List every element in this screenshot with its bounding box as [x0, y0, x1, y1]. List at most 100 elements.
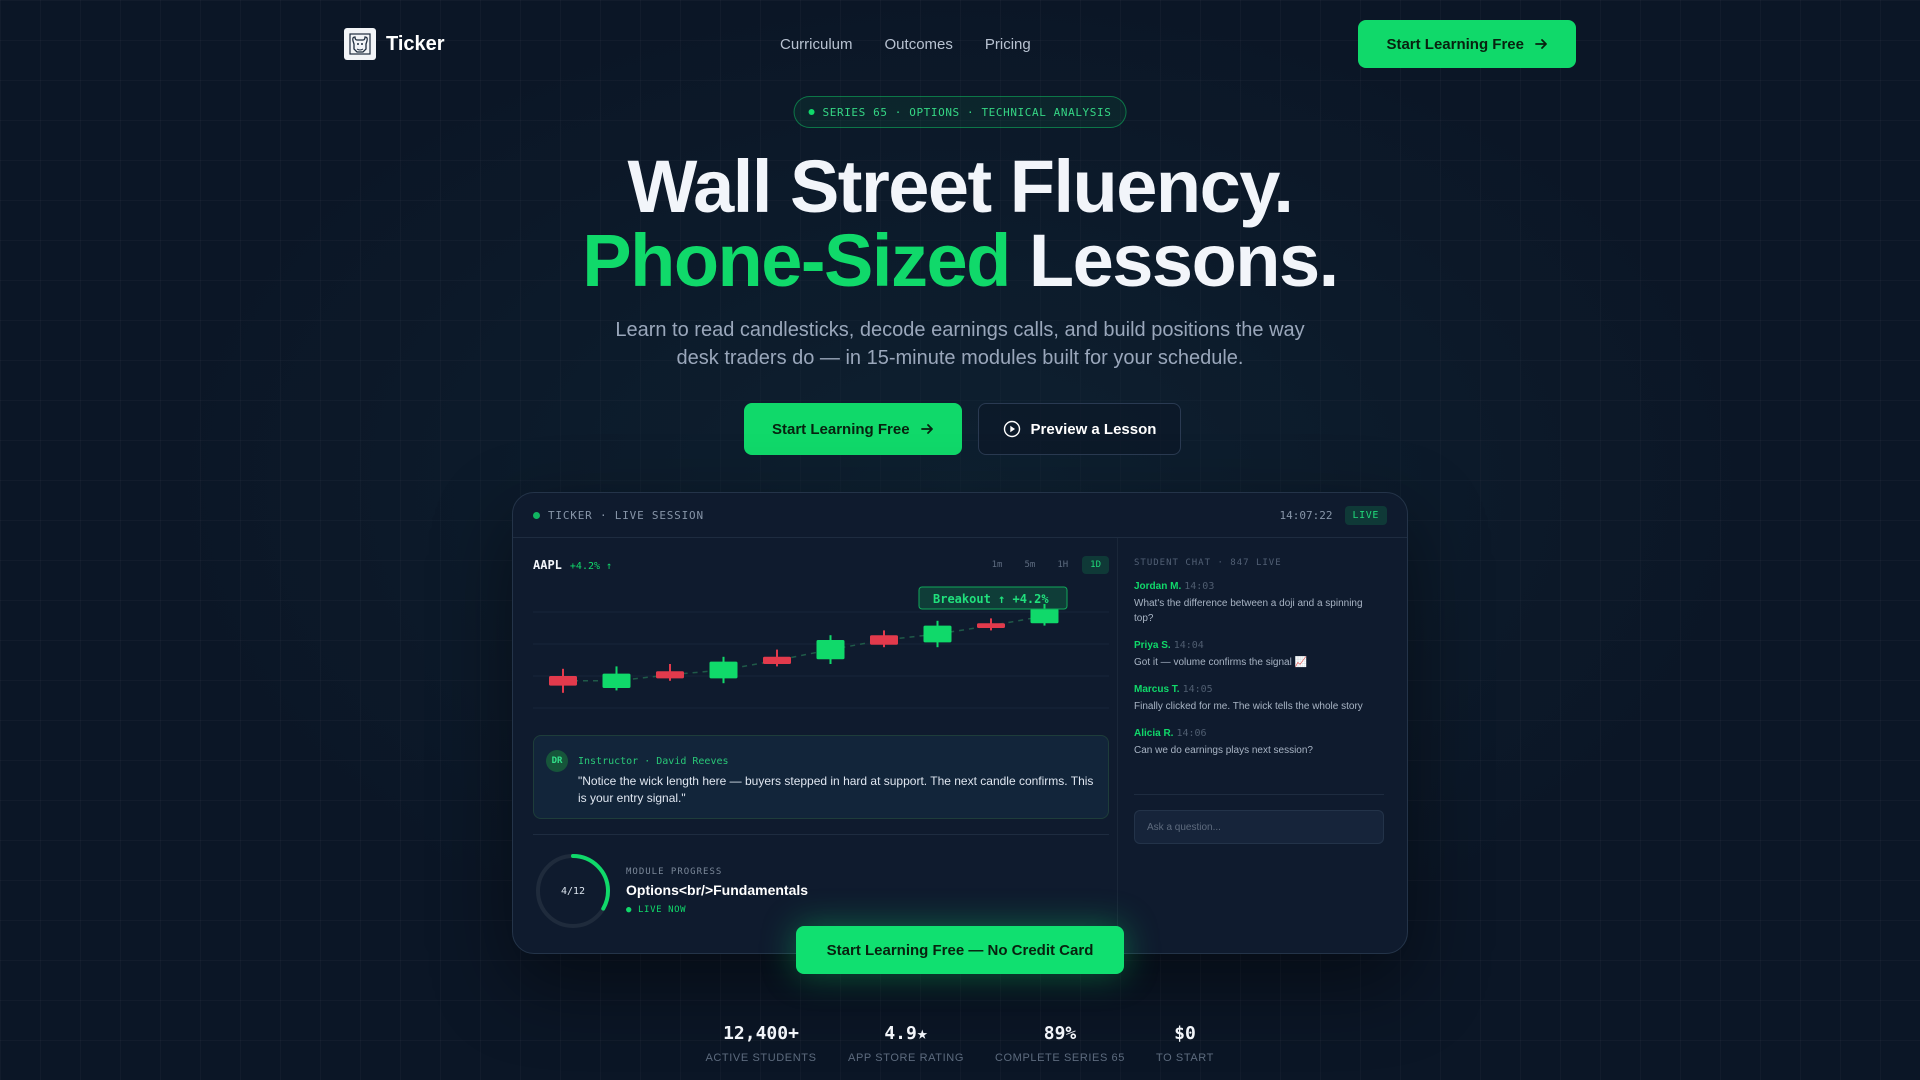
chat-text: Got it — volume confirms the signal 📈	[1134, 657, 1308, 668]
headline-line-1: Wall Street Fluency.	[627, 145, 1294, 228]
candle-body	[549, 676, 577, 686]
candle-body	[763, 656, 791, 664]
bullish-candle	[709, 656, 738, 684]
trend-line	[563, 615, 1045, 682]
timeframe-1h[interactable]: 1H	[1049, 556, 1076, 574]
candle-body	[923, 625, 952, 643]
timeframe-1d[interactable]: 1D	[1082, 556, 1109, 574]
module-progress-label: MODULE PROGRESS	[626, 867, 723, 877]
nav-cta-label: Start Learning Free	[1386, 35, 1524, 53]
topic-badge: SERIES 65 · OPTIONS · TECHNICAL ANALYSIS	[793, 96, 1127, 128]
live-session-panel: TICKER · LIVE SESSION 14:07:22 LIVE AAPL…	[512, 492, 1408, 954]
candlestick-chart: Breakout ↑ +4.2%	[533, 586, 1109, 709]
breakout-label: Breakout ↑ +4.2%	[933, 592, 1049, 606]
chat-time: 14:06	[1176, 728, 1207, 739]
arrow-right-icon	[1535, 39, 1547, 49]
panel-header: TICKER · LIVE SESSION 14:07:22 LIVE	[513, 493, 1407, 538]
bullish-candle	[602, 666, 631, 691]
chat-divider	[1134, 794, 1384, 795]
candle-body	[816, 640, 845, 660]
bullish-candle	[816, 635, 845, 664]
preview-lesson-button[interactable]: Preview a Lesson	[977, 403, 1182, 455]
bearish-candle	[870, 630, 898, 648]
brand[interactable]: Ticker	[344, 28, 445, 60]
stat-label: TO START	[1156, 1052, 1214, 1064]
chat-time: 14:05	[1182, 684, 1213, 695]
start-learning-label: Start Learning Free	[772, 420, 910, 438]
chat-message: Alicia R. 14:06 Can we do earnings plays …	[1134, 728, 1384, 758]
chart-header: AAPL +4.2% ↑ 1m 5m 1H 1D	[533, 555, 1109, 575]
badge-label: SERIES 65 · OPTIONS · TECHNICAL ANALYSIS	[822, 105, 1112, 119]
session-title-text: TICKER · LIVE SESSION	[548, 508, 704, 522]
instructor-name: Instructor · David Reeves	[578, 756, 729, 767]
candle-body	[709, 661, 738, 679]
nav-link-pricing[interactable]: Pricing	[985, 36, 1031, 53]
chat-text: Finally clicked for me. The wick tells t…	[1134, 701, 1363, 712]
ticker-change: +4.2% ↑	[569, 561, 613, 572]
nav-link-outcomes[interactable]: Outcomes	[885, 36, 953, 53]
ticker-info: AAPL +4.2% ↑	[533, 558, 612, 572]
brand-name: Ticker	[386, 32, 445, 55]
session-clock: 14:07:22	[1279, 508, 1333, 522]
stat-value: $0	[1174, 1023, 1196, 1044]
chat-message: Jordan M. 14:03 What's the difference bet…	[1134, 581, 1384, 626]
top-nav: Ticker Curriculum Outcomes Pricing Start…	[344, 20, 1576, 68]
module-title: Options<br/>Fundamentals	[626, 882, 809, 898]
chat-message: Priya S. 14:04 Got it — volume confirms t…	[1134, 640, 1384, 670]
hero-subhead: Learn to read candlesticks, decode earni…	[615, 319, 1305, 369]
bearish-candle	[656, 664, 684, 681]
nav-links: Curriculum Outcomes Pricing	[780, 36, 1031, 53]
bull-logo-icon	[344, 28, 376, 60]
stat-price: $0 TO START	[1085, 1023, 1285, 1064]
progress-count: 4/12	[560, 886, 586, 897]
module-progress: 4/12 MODULE PROGRESS Options<br/>Fundame…	[533, 834, 1109, 934]
live-badge: LIVE	[1344, 505, 1387, 525]
candle-body	[870, 635, 898, 645]
timeframe-selector: 1m 5m 1H 1D	[984, 556, 1109, 574]
nav-link-curriculum[interactable]: Curriculum	[780, 36, 853, 53]
chat-question-input[interactable]	[1134, 810, 1384, 844]
bearish-candle	[549, 668, 577, 693]
session-title: TICKER · LIVE SESSION	[533, 509, 704, 522]
candle-body	[602, 673, 631, 688]
instructor-callout: DR Instructor · David Reeves "Notice the…	[533, 735, 1109, 819]
ticker-symbol: AAPL	[533, 558, 562, 572]
chat-header: STUDENT CHAT · 847 LIVE	[1134, 558, 1282, 568]
arrow-right-icon	[920, 424, 933, 434]
chat-time: 14:04	[1173, 640, 1204, 651]
hero-headline: Wall Street Fluency. Phone-Sized Lessons…	[0, 150, 1920, 298]
chat-user: Priya S.	[1134, 640, 1171, 651]
headline-accent: Phone-Sized	[582, 219, 1011, 302]
chat-text: Can we do earnings plays next session?	[1134, 745, 1313, 756]
chat-column: STUDENT CHAT · 847 LIVE Jordan M. 14:03 W…	[1117, 538, 1407, 953]
bullish-candle	[923, 620, 952, 648]
live-dot-icon	[533, 511, 540, 519]
session-status: 14:07:22 LIVE	[1279, 505, 1387, 525]
play-circle-icon	[1003, 420, 1020, 438]
bearish-candle	[977, 618, 1005, 631]
hero-cta-row: Start Learning Free Preview a Lesson	[744, 403, 1182, 455]
badge-dot-icon	[808, 109, 815, 115]
preview-lesson-label: Preview a Lesson	[1030, 420, 1157, 438]
headline-line-2: Lessons.	[1009, 219, 1339, 302]
chat-user: Marcus T.	[1134, 684, 1180, 695]
no-credit-card-cta-button[interactable]: Start Learning Free — No Credit Card	[796, 926, 1124, 974]
timeframe-5m[interactable]: 5m	[1016, 556, 1043, 574]
candle-body	[656, 671, 684, 679]
chat-messages: Jordan M. 14:03 What's the difference bet…	[1134, 581, 1384, 772]
instructor-quote: "Notice the wick length here — buyers st…	[578, 774, 1094, 805]
nav-start-learning-button[interactable]: Start Learning Free	[1358, 20, 1576, 68]
instructor-avatar: DR	[546, 750, 568, 772]
timeframe-1m[interactable]: 1m	[984, 556, 1011, 574]
chat-user: Jordan M.	[1134, 581, 1182, 592]
candle-body	[1030, 608, 1059, 624]
module-status: ● LIVE NOW	[626, 905, 687, 915]
bearish-candle	[763, 649, 791, 667]
chat-user: Alicia R.	[1134, 728, 1174, 739]
start-learning-button[interactable]: Start Learning Free	[744, 403, 962, 455]
chart-column: AAPL +4.2% ↑ 1m 5m 1H 1D Breakout ↑ +4.2…	[533, 538, 1109, 953]
chat-time: 14:03	[1184, 581, 1215, 592]
candle-body	[977, 623, 1005, 628]
chat-message: Marcus T. 14:05 Finally clicked for me. T…	[1134, 684, 1384, 714]
breakout-annotation: Breakout ↑ +4.2%	[918, 586, 1068, 610]
